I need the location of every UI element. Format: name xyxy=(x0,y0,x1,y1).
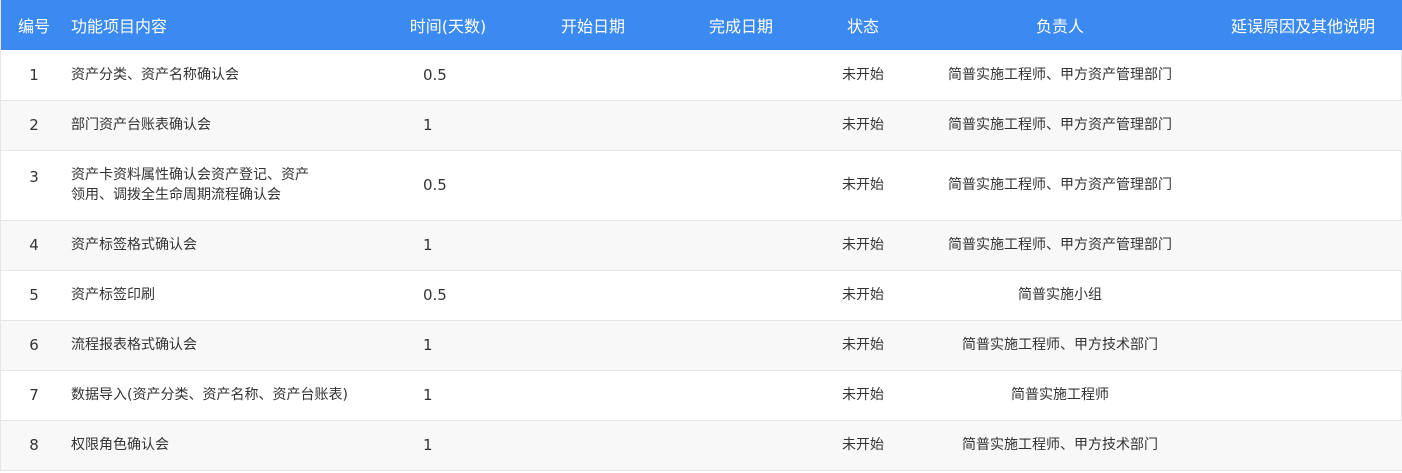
cell-status: 未开始 xyxy=(842,337,884,353)
cell-finish-date xyxy=(673,420,809,470)
cell-time: 0.5 xyxy=(423,176,447,194)
cell-content: 部门资产台账表确认会 xyxy=(67,100,383,150)
cell-delay-notes xyxy=(1203,150,1402,220)
table-row[interactable]: 3 资产卡资料属性确认会资产登记、资产 领用、调拨全生命周期流程确认会 0.5 … xyxy=(1,150,1402,220)
header-status[interactable]: 状态 xyxy=(809,0,917,50)
cell-finish-date xyxy=(673,50,809,100)
cell-status: 未开始 xyxy=(842,387,884,403)
header-delay-notes[interactable]: 延误原因及其他说明 xyxy=(1203,0,1402,50)
cell-id: 6 xyxy=(29,336,39,354)
cell-status: 未开始 xyxy=(842,437,884,453)
cell-content: 资产标签印刷 xyxy=(67,270,383,320)
cell-content: 资产卡资料属性确认会资产登记、资产 领用、调拨全生命周期流程确认会 xyxy=(67,150,383,220)
cell-start-date xyxy=(513,270,673,320)
cell-time: 0.5 xyxy=(423,65,447,84)
cell-content-text: 资产卡资料属性确认会资产登记、资产 领用、调拨全生命周期流程确认会 xyxy=(71,167,309,203)
cell-content-text: 流程报表格式确认会 xyxy=(71,337,197,353)
cell-content-text: 部门资产台账表确认会 xyxy=(71,117,211,133)
cell-id: 4 xyxy=(29,236,39,254)
table-row[interactable]: 6 流程报表格式确认会 1 未开始 简普实施工程师、甲方技术部门 xyxy=(1,320,1402,370)
cell-time: 0.5 xyxy=(423,286,447,304)
project-plan-table: 编号 功能项目内容 时间(天数) 开始日期 完成日期 状态 负责人 延误原因及其… xyxy=(1,0,1402,471)
header-content[interactable]: 功能项目内容 xyxy=(67,0,383,50)
cell-id: 2 xyxy=(29,116,39,134)
cell-finish-date xyxy=(673,220,809,270)
header-start-date[interactable]: 开始日期 xyxy=(513,0,673,50)
cell-delay-notes xyxy=(1203,370,1402,420)
cell-time: 1 xyxy=(423,386,433,404)
cell-start-date xyxy=(513,220,673,270)
cell-status: 未开始 xyxy=(842,287,884,303)
table-row[interactable]: 4 资产标签格式确认会 1 未开始 简普实施工程师、甲方资产管理部门 xyxy=(1,220,1402,270)
cell-time: 1 xyxy=(423,336,433,354)
cell-start-date xyxy=(513,50,673,100)
cell-delay-notes xyxy=(1203,100,1402,150)
cell-owner: 简普实施工程师、甲方资产管理部门 xyxy=(948,66,1172,83)
cell-content: 资产标签格式确认会 xyxy=(67,220,383,270)
header-time[interactable]: 时间(天数) xyxy=(383,0,513,50)
cell-time: 1 xyxy=(423,116,433,134)
cell-status: 未开始 xyxy=(842,117,884,133)
cell-content-text: 资产分类、资产名称确认会 xyxy=(71,66,239,83)
cell-content: 资产分类、资产名称确认会 xyxy=(67,50,383,100)
cell-content-text: 数据导入(资产分类、资产名称、资产台账表) xyxy=(71,387,348,403)
cell-owner: 简普实施工程师、甲方资产管理部门 xyxy=(948,117,1172,133)
cell-owner: 简普实施工程师、甲方技术部门 xyxy=(962,437,1158,453)
cell-start-date xyxy=(513,150,673,220)
table-row[interactable]: 8 权限角色确认会 1 未开始 简普实施工程师、甲方技术部门 xyxy=(1,420,1402,470)
cell-id: 1 xyxy=(29,65,39,84)
cell-delay-notes xyxy=(1203,220,1402,270)
cell-status: 未开始 xyxy=(842,237,884,253)
cell-owner: 简普实施小组 xyxy=(1018,287,1102,303)
cell-owner: 简普实施工程师、甲方资产管理部门 xyxy=(948,237,1172,253)
cell-delay-notes xyxy=(1203,50,1402,100)
cell-content: 数据导入(资产分类、资产名称、资产台账表) xyxy=(67,370,383,420)
cell-start-date xyxy=(513,370,673,420)
cell-content: 权限角色确认会 xyxy=(67,420,383,470)
cell-start-date xyxy=(513,320,673,370)
table-row[interactable]: 5 资产标签印刷 0.5 未开始 简普实施小组 xyxy=(1,270,1402,320)
cell-finish-date xyxy=(673,370,809,420)
cell-delay-notes xyxy=(1203,320,1402,370)
cell-owner: 简普实施工程师、甲方资产管理部门 xyxy=(948,177,1172,193)
cell-status: 未开始 xyxy=(842,66,884,83)
cell-finish-date xyxy=(673,100,809,150)
cell-owner: 简普实施工程师 xyxy=(1011,387,1109,403)
cell-id: 3 xyxy=(29,167,39,186)
cell-content-text: 资产标签格式确认会 xyxy=(71,237,197,253)
cell-id: 8 xyxy=(29,436,39,454)
cell-status: 未开始 xyxy=(842,177,884,193)
cell-delay-notes xyxy=(1203,270,1402,320)
cell-content-text: 权限角色确认会 xyxy=(71,437,169,453)
cell-content-text: 资产标签印刷 xyxy=(71,287,155,303)
cell-owner: 简普实施工程师、甲方技术部门 xyxy=(962,337,1158,353)
project-plan-table-container: 编号 功能项目内容 时间(天数) 开始日期 完成日期 状态 负责人 延误原因及其… xyxy=(0,0,1402,471)
cell-finish-date xyxy=(673,150,809,220)
cell-start-date xyxy=(513,100,673,150)
header-owner[interactable]: 负责人 xyxy=(917,0,1203,50)
cell-id: 7 xyxy=(29,386,39,404)
cell-finish-date xyxy=(673,270,809,320)
header-finish-date[interactable]: 完成日期 xyxy=(673,0,809,50)
cell-finish-date xyxy=(673,320,809,370)
table-row[interactable]: 2 部门资产台账表确认会 1 未开始 简普实施工程师、甲方资产管理部门 xyxy=(1,100,1402,150)
cell-time: 1 xyxy=(423,436,433,454)
cell-time: 1 xyxy=(423,236,433,254)
cell-id: 5 xyxy=(29,286,39,304)
table-row[interactable]: 7 数据导入(资产分类、资产名称、资产台账表) 1 未开始 简普实施工程师 xyxy=(1,370,1402,420)
cell-delay-notes xyxy=(1203,420,1402,470)
header-id[interactable]: 编号 xyxy=(1,0,67,50)
table-header-row: 编号 功能项目内容 时间(天数) 开始日期 完成日期 状态 负责人 延误原因及其… xyxy=(1,0,1402,50)
table-row[interactable]: 1 资产分类、资产名称确认会 0.5 未开始 简普实施工程师、甲方资产管理部门 xyxy=(1,50,1402,100)
cell-content: 流程报表格式确认会 xyxy=(67,320,383,370)
cell-start-date xyxy=(513,420,673,470)
